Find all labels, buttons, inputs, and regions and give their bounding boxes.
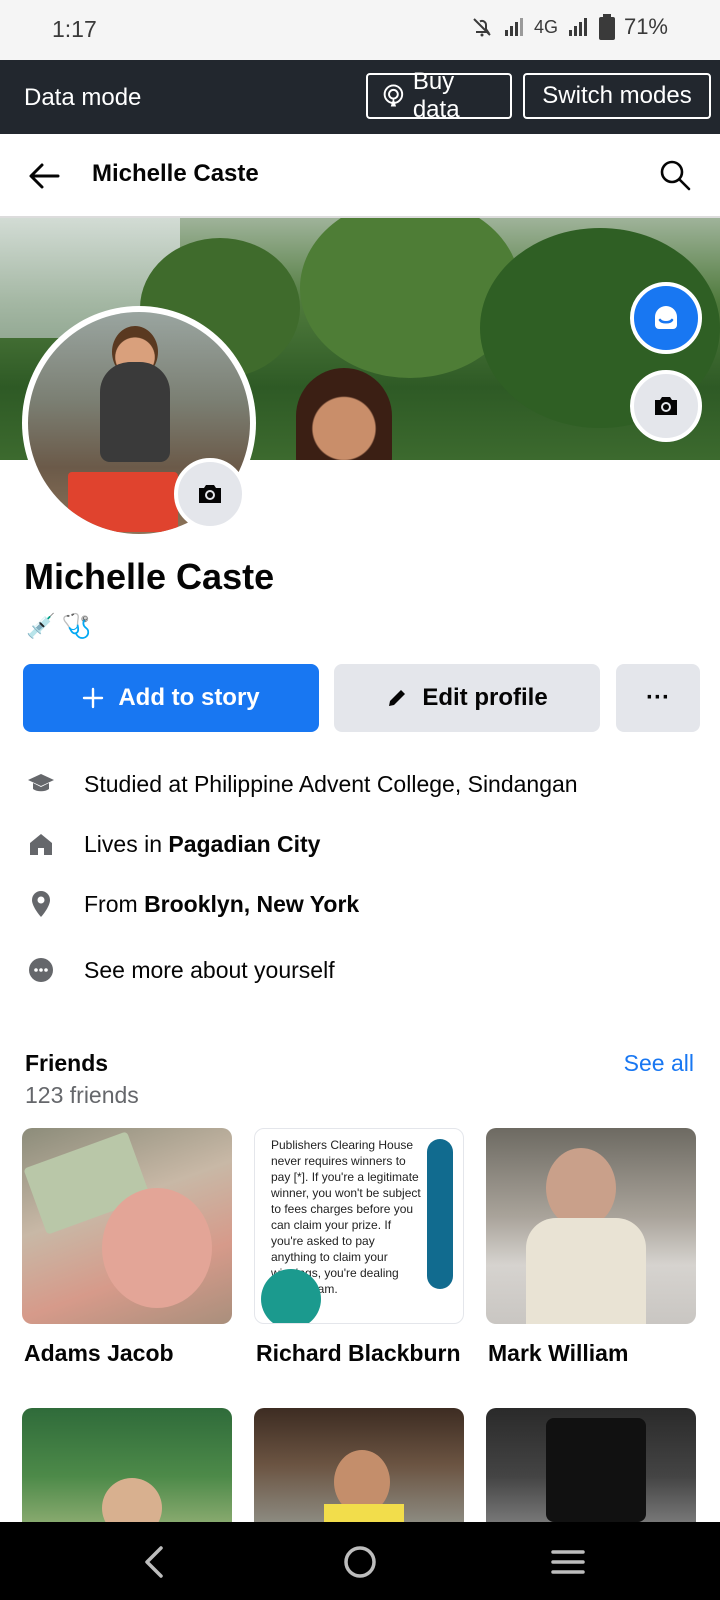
status-time: 1:17	[52, 16, 97, 42]
education-text: Studied at Philippine Advent College, Si…	[84, 770, 578, 797]
friends-heading: Friends	[25, 1050, 109, 1076]
friends-count: 123 friends	[25, 1082, 139, 1108]
nav-home-button[interactable]	[340, 1542, 380, 1582]
status-icons: 4G 71%	[470, 14, 668, 40]
friend-tile-photo[interactable]	[22, 1408, 232, 1522]
back-arrow-icon[interactable]	[26, 158, 62, 194]
signal-strength-icon	[568, 18, 587, 36]
cover-person	[296, 368, 392, 460]
buy-data-label: Buy data	[412, 68, 460, 123]
friend-tile-photo[interactable]	[22, 1128, 232, 1324]
switch-modes-label: Switch modes	[542, 82, 692, 109]
camera-icon	[199, 485, 221, 503]
camera-icon	[655, 397, 677, 415]
friend-name[interactable]: Adams Jacob	[24, 1340, 174, 1367]
page-title: Michelle Caste	[92, 160, 259, 187]
add-to-story-button[interactable]: Add to story	[23, 664, 319, 732]
see-more-about-button[interactable]: See more about yourself	[24, 950, 704, 990]
location-pin-icon	[24, 887, 58, 921]
data-mode-bar: Data mode Buy data Switch modes	[0, 60, 720, 134]
search-icon[interactable]	[658, 158, 692, 192]
friend-name[interactable]: Richard Blackburn	[256, 1340, 461, 1367]
app-header: Michelle Caste	[0, 134, 720, 218]
syringe-icon: 💉	[26, 613, 56, 640]
bell-off-icon	[473, 18, 491, 37]
see-more-label: See more about yourself	[84, 956, 335, 983]
graduation-cap-icon	[24, 767, 58, 801]
plus-icon	[83, 687, 104, 709]
broadcast-icon	[383, 84, 404, 107]
friend-name[interactable]: Mark William	[488, 1340, 628, 1367]
detail-lives: Lives in Pagadian City	[24, 824, 704, 864]
home-circle-icon	[344, 1546, 376, 1578]
buy-data-button[interactable]: Buy data	[366, 68, 512, 123]
lives-prefix: Lives in	[84, 830, 169, 857]
battery-percent: 71%	[623, 14, 668, 39]
battery-icon	[598, 14, 615, 40]
from-place[interactable]: Brooklyn, New York	[144, 891, 359, 917]
avatar-face-icon	[655, 306, 677, 329]
add-to-story-label: Add to story	[118, 684, 260, 711]
more-options-button[interactable]: ···	[616, 664, 700, 732]
stethoscope-icon: 🩺	[61, 613, 92, 640]
friend-tile-photo[interactable]	[486, 1128, 696, 1324]
chevron-left-icon	[145, 1546, 163, 1578]
see-all-friends-link[interactable]: See all	[624, 1050, 694, 1077]
status-bar: 1:17 4G 71%	[0, 0, 720, 60]
detail-education: Studied at Philippine Advent College, Si…	[24, 764, 704, 804]
from-prefix: From	[84, 890, 145, 917]
friend-tile-photo[interactable]	[254, 1408, 464, 1522]
menu-lines-icon	[551, 1550, 585, 1574]
edit-profile-picture-button[interactable]	[174, 458, 246, 530]
system-nav-bar	[0, 1522, 720, 1600]
edit-cover-button[interactable]	[630, 370, 702, 442]
edit-profile-label: Edit profile	[422, 684, 548, 711]
home-icon	[24, 827, 58, 861]
nav-back-button[interactable]	[134, 1542, 174, 1582]
detail-from: From Brooklyn, New York	[24, 884, 704, 924]
avatar-button[interactable]	[630, 282, 702, 354]
switch-modes-button[interactable]: Switch modes	[523, 73, 711, 119]
pencil-icon	[389, 690, 406, 706]
profile-bio-emojis: 💉 🩺	[26, 612, 92, 641]
profile-name: Michelle Caste	[24, 556, 275, 597]
more-dots-icon	[24, 953, 58, 987]
lives-place[interactable]: Pagadian City	[168, 831, 320, 857]
friend-tile-photo[interactable]: Publishers Clearing House never requires…	[254, 1128, 464, 1324]
data-mode-label: Data mode	[24, 84, 142, 111]
signal-icon	[504, 18, 523, 36]
more-options-label: ···	[646, 684, 670, 711]
edit-profile-button[interactable]: Edit profile	[334, 664, 600, 732]
nav-recents-button[interactable]	[548, 1542, 588, 1582]
friend-tile-photo[interactable]	[486, 1408, 696, 1522]
network-type: 4G	[533, 16, 558, 37]
